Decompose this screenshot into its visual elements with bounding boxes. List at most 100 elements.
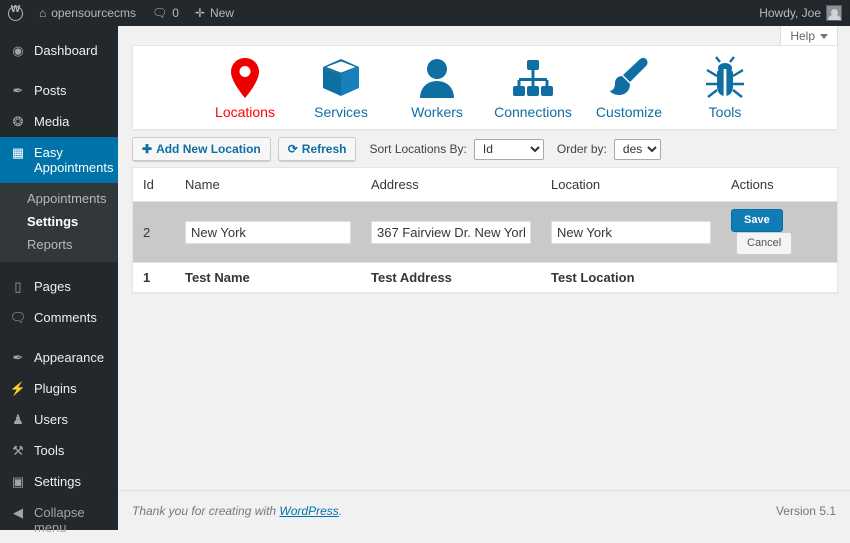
- column-header-name: Name: [175, 168, 361, 202]
- admin-bar: ⌂ opensourcecms 🗨 0 ✛ New Howdy, Joe: [0, 0, 850, 26]
- column-header-location: Location: [541, 168, 721, 202]
- map-marker-icon: [228, 56, 262, 100]
- home-icon: ⌂: [39, 7, 46, 19]
- brush-icon: ✒: [9, 350, 27, 365]
- cell-id: 2: [133, 202, 175, 263]
- sidebar-item-label: Easy Appointments: [34, 145, 120, 175]
- bug-icon: [704, 56, 746, 100]
- location-input[interactable]: [551, 221, 711, 244]
- media-icon: ❂: [9, 114, 27, 129]
- sidebar-item-label: Dashboard: [34, 43, 118, 58]
- footer-version: Version 5.1: [776, 504, 836, 518]
- cell-name: Test Name: [175, 263, 361, 293]
- sidebar-item-pages[interactable]: ▯ Pages: [0, 271, 118, 302]
- cell-name: [175, 202, 361, 263]
- sidebar-item-dashboard[interactable]: ◉ Dashboard: [0, 35, 118, 66]
- refresh-button[interactable]: ⟳ Refresh: [278, 137, 357, 161]
- table-header-row: Id Name Address Location Actions: [133, 168, 837, 202]
- sidebar-item-media[interactable]: ❂ Media: [0, 106, 118, 137]
- plug-icon: ⚡: [9, 381, 27, 396]
- cell-address: [361, 202, 541, 263]
- nav-tab-tools[interactable]: Tools: [677, 56, 773, 120]
- sidebar-item-users[interactable]: ♟ Users: [0, 404, 118, 435]
- save-button[interactable]: Save: [731, 209, 783, 232]
- cell-location: [541, 202, 721, 263]
- sliders-icon: ▣: [9, 474, 27, 489]
- page-icon: ▯: [9, 279, 27, 294]
- sidebar-separator: [0, 333, 118, 342]
- calendar-icon: ▦: [9, 145, 27, 160]
- dashboard-icon: ◉: [9, 43, 27, 58]
- cell-address: Test Address: [361, 263, 541, 293]
- sidebar-subitem-settings[interactable]: Settings: [0, 210, 118, 233]
- order-by-select[interactable]: desc: [614, 139, 661, 160]
- sidebar-item-plugins[interactable]: ⚡ Plugins: [0, 373, 118, 404]
- locations-table-panel: Id Name Address Location Actions 2: [132, 167, 838, 293]
- table-row[interactable]: 1 Test Name Test Address Test Location: [133, 263, 837, 293]
- sidebar-item-easy-appointments[interactable]: ▦ Easy Appointments: [0, 137, 118, 183]
- nav-tab-locations[interactable]: Locations: [197, 56, 293, 120]
- howdy-label: Howdy, Joe: [759, 6, 821, 20]
- sidebar-item-tools[interactable]: ⚒ Tools: [0, 435, 118, 466]
- cancel-button[interactable]: Cancel: [736, 232, 792, 255]
- table-head: Id Name Address Location Actions: [133, 168, 837, 202]
- sort-locations-by-select[interactable]: Id: [474, 139, 544, 160]
- plugin-nav-panel: Locations Services Worker: [132, 45, 838, 130]
- address-input[interactable]: [371, 221, 531, 244]
- footer-thanks: Thank you for creating with WordPress.: [132, 504, 342, 518]
- cell-id: 1: [133, 263, 175, 293]
- add-new-location-button[interactable]: ✚ Add New Location: [132, 137, 271, 161]
- name-input[interactable]: [185, 221, 351, 244]
- table-row: 2 Save Cancel: [133, 202, 837, 263]
- comment-icon: 🗨: [9, 310, 27, 325]
- wrench-icon: ⚒: [9, 443, 27, 458]
- collapse-menu-label: Collapse menu: [34, 505, 118, 535]
- cell-actions: Save Cancel: [721, 202, 837, 263]
- collapse-menu-button[interactable]: ◀ Collapse menu: [0, 497, 118, 543]
- cell-actions: [721, 263, 837, 293]
- sidebar-subitem-appointments[interactable]: Appointments: [0, 187, 118, 210]
- chevron-down-icon: [820, 34, 828, 39]
- sidebar-item-appearance[interactable]: ✒ Appearance: [0, 342, 118, 373]
- nav-tab-services[interactable]: Services: [293, 56, 389, 120]
- admin-footer: Thank you for creating with WordPress. V…: [118, 490, 850, 530]
- refresh-label: Refresh: [302, 141, 347, 157]
- sidebar-item-label: Settings: [34, 474, 118, 489]
- new-content-menu[interactable]: ✛ New: [187, 0, 242, 26]
- paintbrush-icon: [608, 56, 650, 100]
- cell-location: Test Location: [541, 263, 721, 293]
- sidebar-item-posts[interactable]: ✒ Posts: [0, 75, 118, 106]
- nav-tab-connections[interactable]: Connections: [485, 56, 581, 120]
- nav-tab-customize[interactable]: Customize: [581, 56, 677, 120]
- sidebar-item-label: Users: [34, 412, 118, 427]
- comments-bubble[interactable]: 🗨 0: [144, 0, 187, 26]
- comment-bubble-icon: 🗨: [152, 7, 167, 19]
- locations-table: Id Name Address Location Actions 2: [133, 168, 837, 292]
- footer-thanks-pre: Thank you for creating with: [132, 504, 279, 518]
- site-name-menu[interactable]: ⌂ opensourcecms: [31, 0, 144, 26]
- wordpress-logo-menu[interactable]: [0, 0, 31, 26]
- help-label: Help: [790, 29, 815, 43]
- sidebar-item-label: Media: [34, 114, 118, 129]
- collapse-icon: ◀: [9, 505, 27, 520]
- nav-tab-workers[interactable]: Workers: [389, 56, 485, 120]
- column-header-actions: Actions: [721, 168, 837, 202]
- sidebar-item-settings[interactable]: ▣ Settings: [0, 466, 118, 497]
- sidebar-top-spacer: [0, 26, 118, 35]
- sitemap-icon: [511, 56, 555, 100]
- sidebar-item-label: Tools: [34, 443, 118, 458]
- sidebar-item-label: Posts: [34, 83, 118, 98]
- wordpress-link[interactable]: WordPress: [279, 504, 338, 518]
- person-icon: [418, 56, 456, 100]
- locations-toolbar: ✚ Add New Location ⟳ Refresh Sort Locati…: [132, 136, 838, 162]
- admin-sidebar: ◉ Dashboard ✒ Posts ❂ Media ▦ Easy Appoi…: [0, 26, 118, 530]
- add-new-location-label: Add New Location: [156, 141, 261, 157]
- sidebar-subitem-reports[interactable]: Reports: [0, 233, 118, 256]
- plus-icon: ✛: [195, 7, 205, 19]
- order-by-label: Order by:: [557, 142, 607, 156]
- sidebar-item-comments[interactable]: 🗨 Comments: [0, 302, 118, 333]
- sidebar-item-label: Plugins: [34, 381, 118, 396]
- sort-locations-by-label: Sort Locations By:: [369, 142, 466, 156]
- account-menu[interactable]: Howdy, Joe: [751, 0, 850, 26]
- nav-tab-label: Customize: [596, 104, 662, 120]
